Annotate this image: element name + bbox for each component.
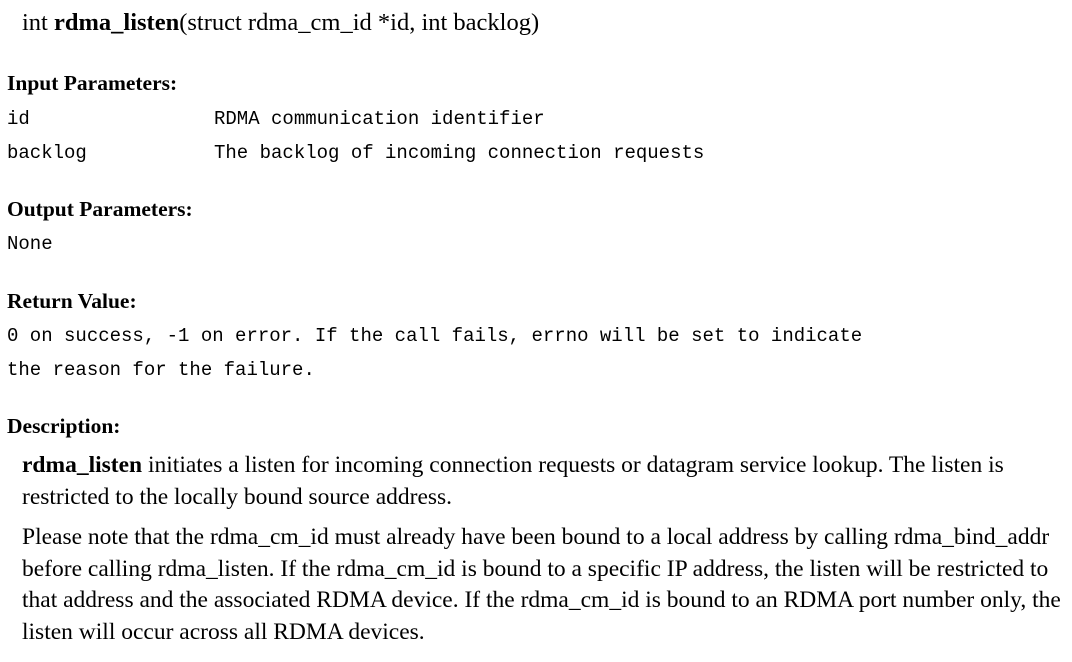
description-paragraph-1-text: initiates a listen for incoming connecti… [22,452,1004,510]
param-description-id: RDMA communication identifier [214,108,545,130]
param-name-id: id [7,108,30,130]
signature-params: (struct rdma_cm_id *id, int backlog) [179,9,540,36]
description-function-name: rdma_listen [22,452,143,478]
description-heading: Description: [7,414,121,438]
function-name: rdma_listen [54,9,180,36]
input-parameters-heading: Input Parameters: [7,71,178,95]
param-description-backlog: The backlog of incoming connection reque… [214,142,705,164]
return-value-line-2: the reason for the failure. [7,359,315,381]
return-type: int [22,9,48,36]
output-parameters-heading: Output Parameters: [7,197,193,221]
return-value-line-1: 0 on success, -1 on error. If the call f… [7,325,863,347]
output-parameters-value: None [7,233,53,255]
description-paragraph-2: Please note that the rdma_cm_id must alr… [22,524,1061,645]
param-name-backlog: backlog [7,142,87,164]
description-paragraph-1: rdma_listen initiates a listen for incom… [22,450,1062,513]
function-signature: int rdma_listen(struct rdma_cm_id *id, i… [22,6,539,40]
return-value-heading: Return Value: [7,289,137,313]
